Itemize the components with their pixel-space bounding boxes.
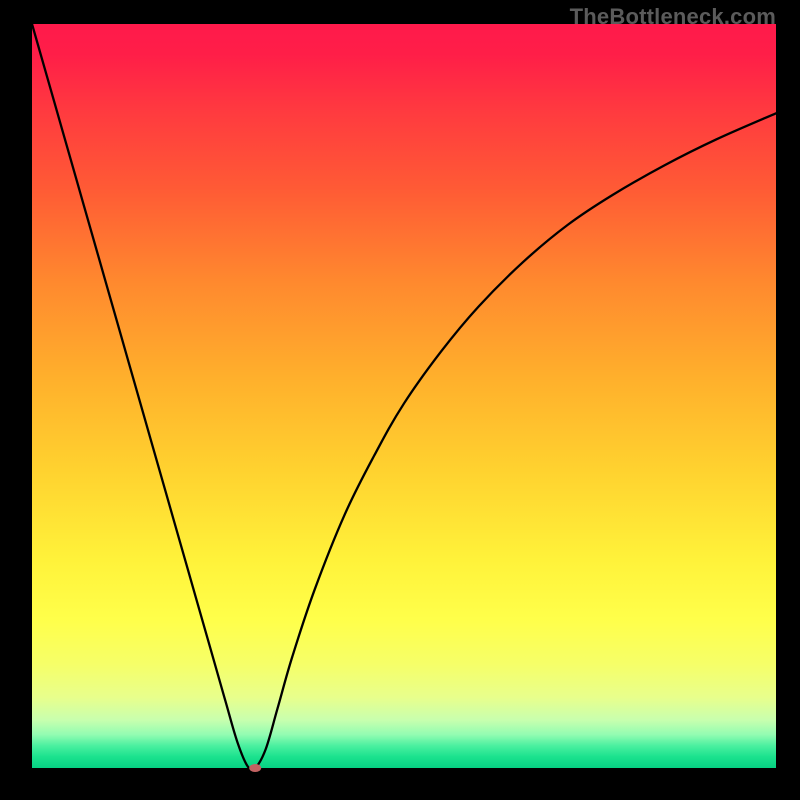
min-marker-icon <box>249 764 261 772</box>
curve-layer <box>32 24 776 768</box>
bottleneck-curve <box>32 24 776 770</box>
chart-frame: TheBottleneck.com <box>0 0 800 800</box>
plot-area <box>32 24 776 768</box>
